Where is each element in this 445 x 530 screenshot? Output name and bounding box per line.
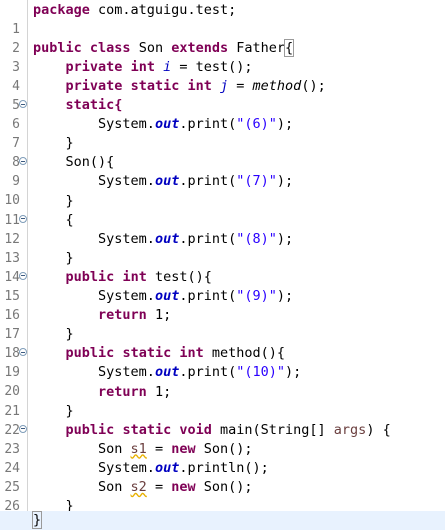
line-code: System.out.print("(9)"); — [98, 288, 294, 304]
code-line-12[interactable]: 12 { — [0, 211, 445, 247]
fold-toggle-icon[interactable] — [19, 424, 27, 433]
line-code: System.out.println(); — [98, 459, 269, 476]
code-line-8[interactable]: 8 } — [0, 134, 445, 170]
line-code: Son(){ — [65, 154, 115, 171]
code-line-25[interactable]: 25 System.out.println(); — [0, 459, 445, 495]
code-line-20[interactable]: 20 System.out.print("(10)"); — [0, 363, 445, 399]
code-line-1[interactable]: 1 package com.atguigu.test; — [0, 1, 445, 37]
fold-toggle-icon[interactable] — [19, 157, 27, 166]
code-line-10[interactable]: 10 System.out.print("(7)"); — [0, 172, 445, 208]
line-code: } — [65, 135, 74, 152]
line-code: Son s2 = new Son(); — [98, 479, 253, 495]
line-code: static{ — [65, 97, 123, 113]
code-line-13[interactable]: 13 System.out.print("(8)"); — [0, 230, 445, 266]
fold-toggle-icon[interactable] — [19, 100, 27, 108]
bracket-match-highlight: } — [31, 511, 43, 529]
line-code: Son s1 = new Son(); — [98, 440, 253, 457]
line-code: } — [65, 249, 74, 266]
line-code: private static int j = method(); — [65, 77, 326, 94]
line-code: public int test(){ — [65, 268, 212, 285]
line-code: public static void main(String[] args) { — [65, 421, 391, 438]
line-code: } — [31, 511, 43, 530]
code-line-7[interactable]: 7 System.out.print("(6)"); — [0, 115, 445, 151]
line-code: } — [65, 402, 74, 419]
unused-variable-warning: s2 — [130, 479, 147, 495]
code-line-23[interactable]: 23 public static void main(String[] args… — [0, 421, 445, 457]
fold-toggle-icon[interactable] — [19, 214, 27, 223]
line-code: System.out.print("(8)"); — [98, 230, 294, 247]
fold-toggle-icon[interactable] — [19, 271, 27, 280]
code-line-24[interactable]: 24 Son s1 = new Son(); — [0, 440, 445, 476]
code-line-5[interactable]: 5 private static int j = method(); — [0, 77, 445, 113]
line-code: { — [65, 211, 74, 228]
code-line-16[interactable]: 16 System.out.print("(9)"); — [0, 287, 445, 323]
line-code: package com.atguigu.test; — [33, 1, 237, 18]
code-line-3[interactable]: 3 public class Son extends Father{ — [0, 38, 445, 75]
line-code: return 1; — [98, 307, 172, 324]
code-line-11[interactable]: 11 } — [0, 192, 445, 228]
line-code: System.out.print("(10)"); — [98, 364, 302, 381]
line-code: return 1; — [98, 383, 172, 400]
code-line-17[interactable]: 17 return 1; — [0, 306, 445, 342]
line-code: public class Son extends Father{ — [33, 38, 295, 57]
code-line-9[interactable]: 9 Son(){ — [0, 153, 445, 189]
line-code: } — [65, 192, 74, 209]
code-line-28[interactable]: 28 } — [0, 511, 445, 530]
unused-variable-warning: s1 — [130, 440, 147, 457]
bracket-match-highlight: { — [283, 38, 295, 57]
line-code: public static int method(){ — [65, 345, 286, 362]
code-line-15[interactable]: 15 public int test(){ — [0, 268, 445, 304]
line-code: System.out.print("(6)"); — [98, 116, 294, 133]
line-code: } — [65, 326, 74, 343]
code-line-2[interactable]: 2 — [0, 20, 445, 56]
code-line-18[interactable]: 18 } — [0, 325, 445, 361]
code-line-4[interactable]: 4 private int i = test(); — [0, 58, 445, 94]
code-line-19[interactable]: 19 public static int method(){ — [0, 344, 445, 380]
line-code: System.out.print("(7)"); — [98, 173, 294, 190]
code-line-22[interactable]: 22 } — [0, 402, 445, 438]
code-editor[interactable]: 1 package com.atguigu.test; 2 3 public c… — [0, 0, 445, 530]
code-line-14[interactable]: 14 } — [0, 249, 445, 285]
code-line-6[interactable]: 6 static{ — [0, 96, 445, 132]
code-line-26[interactable]: 26 Son s2 = new Son(); — [0, 478, 445, 514]
line-code: private int i = test(); — [65, 58, 253, 75]
fold-toggle-icon[interactable] — [19, 348, 27, 357]
code-line-21[interactable]: 21 return 1; — [0, 383, 445, 419]
